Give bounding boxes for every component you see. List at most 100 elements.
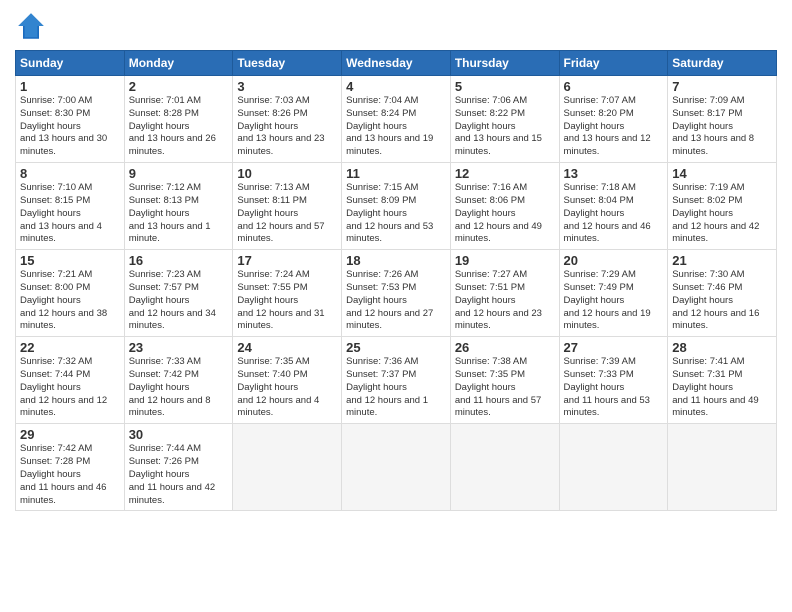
header-tuesday: Tuesday <box>233 51 342 76</box>
day-number: 8 <box>20 166 120 181</box>
day-cell-10: 10 Sunrise: 7:13 AM Sunset: 8:11 PM Dayl… <box>233 163 342 250</box>
empty-cell <box>342 424 451 511</box>
day-cell-29: 29 Sunrise: 7:42 AM Sunset: 7:28 PM Dayl… <box>16 424 125 511</box>
day-info: Sunrise: 7:16 AM Sunset: 8:06 PM Dayligh… <box>455 182 555 246</box>
day-number: 11 <box>346 166 446 181</box>
day-cell-19: 19 Sunrise: 7:27 AM Sunset: 7:51 PM Dayl… <box>450 250 559 337</box>
header-friday: Friday <box>559 51 668 76</box>
day-cell-16: 16 Sunrise: 7:23 AM Sunset: 7:57 PM Dayl… <box>124 250 233 337</box>
logo <box>15 10 51 42</box>
day-cell-1: 1 Sunrise: 7:00 AM Sunset: 8:30 PM Dayli… <box>16 76 125 163</box>
day-info: Sunrise: 7:30 AM Sunset: 7:46 PM Dayligh… <box>672 269 772 333</box>
day-number: 4 <box>346 79 446 94</box>
day-info: Sunrise: 7:19 AM Sunset: 8:02 PM Dayligh… <box>672 182 772 246</box>
day-info: Sunrise: 7:15 AM Sunset: 8:09 PM Dayligh… <box>346 182 446 246</box>
day-cell-27: 27 Sunrise: 7:39 AM Sunset: 7:33 PM Dayl… <box>559 337 668 424</box>
day-number: 15 <box>20 253 120 268</box>
week-row-1: 1 Sunrise: 7:00 AM Sunset: 8:30 PM Dayli… <box>16 76 777 163</box>
day-info: Sunrise: 7:09 AM Sunset: 8:17 PM Dayligh… <box>672 95 772 159</box>
day-info: Sunrise: 7:27 AM Sunset: 7:51 PM Dayligh… <box>455 269 555 333</box>
day-info: Sunrise: 7:10 AM Sunset: 8:15 PM Dayligh… <box>20 182 120 246</box>
day-number: 14 <box>672 166 772 181</box>
day-cell-13: 13 Sunrise: 7:18 AM Sunset: 8:04 PM Dayl… <box>559 163 668 250</box>
page-header <box>15 10 777 42</box>
day-info: Sunrise: 7:23 AM Sunset: 7:57 PM Dayligh… <box>129 269 229 333</box>
day-info: Sunrise: 7:42 AM Sunset: 7:28 PM Dayligh… <box>20 443 120 507</box>
day-info: Sunrise: 7:18 AM Sunset: 8:04 PM Dayligh… <box>564 182 664 246</box>
day-cell-3: 3 Sunrise: 7:03 AM Sunset: 8:26 PM Dayli… <box>233 76 342 163</box>
day-info: Sunrise: 7:29 AM Sunset: 7:49 PM Dayligh… <box>564 269 664 333</box>
day-info: Sunrise: 7:41 AM Sunset: 7:31 PM Dayligh… <box>672 356 772 420</box>
day-number: 17 <box>237 253 337 268</box>
day-cell-11: 11 Sunrise: 7:15 AM Sunset: 8:09 PM Dayl… <box>342 163 451 250</box>
day-info: Sunrise: 7:03 AM Sunset: 8:26 PM Dayligh… <box>237 95 337 159</box>
day-cell-18: 18 Sunrise: 7:26 AM Sunset: 7:53 PM Dayl… <box>342 250 451 337</box>
day-info: Sunrise: 7:04 AM Sunset: 8:24 PM Dayligh… <box>346 95 446 159</box>
logo-icon <box>15 10 47 42</box>
header-row: SundayMondayTuesdayWednesdayThursdayFrid… <box>16 51 777 76</box>
day-info: Sunrise: 7:12 AM Sunset: 8:13 PM Dayligh… <box>129 182 229 246</box>
day-number: 24 <box>237 340 337 355</box>
day-number: 2 <box>129 79 229 94</box>
day-cell-9: 9 Sunrise: 7:12 AM Sunset: 8:13 PM Dayli… <box>124 163 233 250</box>
day-number: 22 <box>20 340 120 355</box>
header-saturday: Saturday <box>668 51 777 76</box>
day-number: 3 <box>237 79 337 94</box>
header-thursday: Thursday <box>450 51 559 76</box>
empty-cell <box>668 424 777 511</box>
day-number: 1 <box>20 79 120 94</box>
day-cell-7: 7 Sunrise: 7:09 AM Sunset: 8:17 PM Dayli… <box>668 76 777 163</box>
header-wednesday: Wednesday <box>342 51 451 76</box>
day-cell-21: 21 Sunrise: 7:30 AM Sunset: 7:46 PM Dayl… <box>668 250 777 337</box>
day-cell-14: 14 Sunrise: 7:19 AM Sunset: 8:02 PM Dayl… <box>668 163 777 250</box>
day-number: 13 <box>564 166 664 181</box>
day-number: 19 <box>455 253 555 268</box>
day-cell-23: 23 Sunrise: 7:33 AM Sunset: 7:42 PM Dayl… <box>124 337 233 424</box>
day-cell-24: 24 Sunrise: 7:35 AM Sunset: 7:40 PM Dayl… <box>233 337 342 424</box>
empty-cell <box>233 424 342 511</box>
empty-cell <box>450 424 559 511</box>
day-cell-12: 12 Sunrise: 7:16 AM Sunset: 8:06 PM Dayl… <box>450 163 559 250</box>
day-cell-2: 2 Sunrise: 7:01 AM Sunset: 8:28 PM Dayli… <box>124 76 233 163</box>
day-number: 23 <box>129 340 229 355</box>
day-info: Sunrise: 7:13 AM Sunset: 8:11 PM Dayligh… <box>237 182 337 246</box>
day-info: Sunrise: 7:44 AM Sunset: 7:26 PM Dayligh… <box>129 443 229 507</box>
day-cell-15: 15 Sunrise: 7:21 AM Sunset: 8:00 PM Dayl… <box>16 250 125 337</box>
day-number: 10 <box>237 166 337 181</box>
day-number: 30 <box>129 427 229 442</box>
day-cell-8: 8 Sunrise: 7:10 AM Sunset: 8:15 PM Dayli… <box>16 163 125 250</box>
day-info: Sunrise: 7:39 AM Sunset: 7:33 PM Dayligh… <box>564 356 664 420</box>
day-number: 26 <box>455 340 555 355</box>
day-info: Sunrise: 7:32 AM Sunset: 7:44 PM Dayligh… <box>20 356 120 420</box>
day-number: 16 <box>129 253 229 268</box>
day-number: 18 <box>346 253 446 268</box>
day-number: 6 <box>564 79 664 94</box>
page-container: SundayMondayTuesdayWednesdayThursdayFrid… <box>0 0 792 521</box>
day-cell-5: 5 Sunrise: 7:06 AM Sunset: 8:22 PM Dayli… <box>450 76 559 163</box>
day-cell-22: 22 Sunrise: 7:32 AM Sunset: 7:44 PM Dayl… <box>16 337 125 424</box>
week-row-2: 8 Sunrise: 7:10 AM Sunset: 8:15 PM Dayli… <box>16 163 777 250</box>
day-cell-20: 20 Sunrise: 7:29 AM Sunset: 7:49 PM Dayl… <box>559 250 668 337</box>
day-cell-17: 17 Sunrise: 7:24 AM Sunset: 7:55 PM Dayl… <box>233 250 342 337</box>
day-info: Sunrise: 7:01 AM Sunset: 8:28 PM Dayligh… <box>129 95 229 159</box>
day-info: Sunrise: 7:26 AM Sunset: 7:53 PM Dayligh… <box>346 269 446 333</box>
day-info: Sunrise: 7:06 AM Sunset: 8:22 PM Dayligh… <box>455 95 555 159</box>
header-sunday: Sunday <box>16 51 125 76</box>
day-cell-25: 25 Sunrise: 7:36 AM Sunset: 7:37 PM Dayl… <box>342 337 451 424</box>
day-number: 25 <box>346 340 446 355</box>
day-info: Sunrise: 7:35 AM Sunset: 7:40 PM Dayligh… <box>237 356 337 420</box>
day-cell-26: 26 Sunrise: 7:38 AM Sunset: 7:35 PM Dayl… <box>450 337 559 424</box>
empty-cell <box>559 424 668 511</box>
day-info: Sunrise: 7:24 AM Sunset: 7:55 PM Dayligh… <box>237 269 337 333</box>
day-info: Sunrise: 7:33 AM Sunset: 7:42 PM Dayligh… <box>129 356 229 420</box>
day-cell-4: 4 Sunrise: 7:04 AM Sunset: 8:24 PM Dayli… <box>342 76 451 163</box>
calendar-table: SundayMondayTuesdayWednesdayThursdayFrid… <box>15 50 777 511</box>
week-row-4: 22 Sunrise: 7:32 AM Sunset: 7:44 PM Dayl… <box>16 337 777 424</box>
day-cell-28: 28 Sunrise: 7:41 AM Sunset: 7:31 PM Dayl… <box>668 337 777 424</box>
day-number: 5 <box>455 79 555 94</box>
day-number: 9 <box>129 166 229 181</box>
day-info: Sunrise: 7:07 AM Sunset: 8:20 PM Dayligh… <box>564 95 664 159</box>
day-number: 12 <box>455 166 555 181</box>
day-number: 28 <box>672 340 772 355</box>
day-info: Sunrise: 7:36 AM Sunset: 7:37 PM Dayligh… <box>346 356 446 420</box>
